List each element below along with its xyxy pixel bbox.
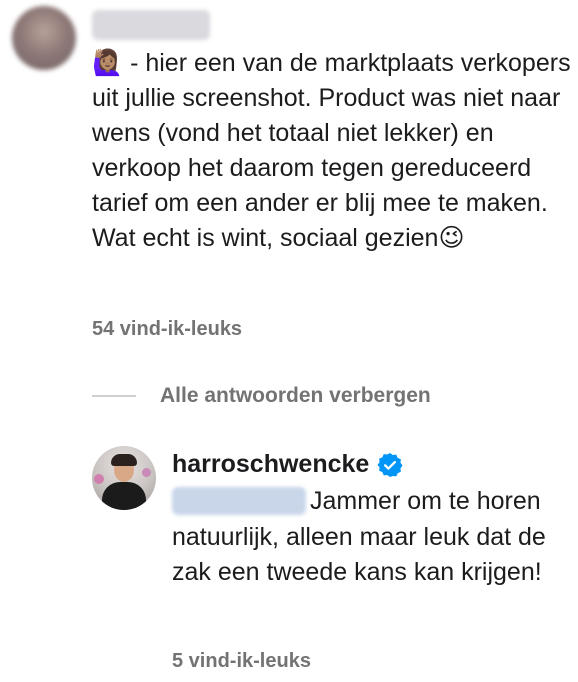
reply-text: Jammer om te horen natuurlijk, alleen ma… (172, 487, 546, 586)
reply-likes-count[interactable]: 5 vind-ik-leuks (172, 650, 311, 673)
commenter-username-blurred[interactable] (92, 10, 210, 40)
hide-replies-label[interactable]: Alle antwoorden verbergen (160, 384, 431, 408)
comment-likes-count[interactable]: 54 vind-ik-leuks (92, 318, 242, 341)
reply-author-row: harroschwencke (172, 450, 403, 479)
hide-replies-toggle[interactable]: Alle antwoorden verbergen (92, 384, 431, 408)
verified-badge-icon (377, 452, 403, 478)
divider-line (92, 395, 136, 397)
comment-text: 🙋🏽‍♀️ - hier een van de marktplaats verk… (92, 49, 571, 252)
reply-username[interactable]: harroschwencke (172, 450, 369, 479)
reply-avatar[interactable] (92, 446, 156, 510)
commenter-avatar[interactable] (12, 6, 76, 70)
